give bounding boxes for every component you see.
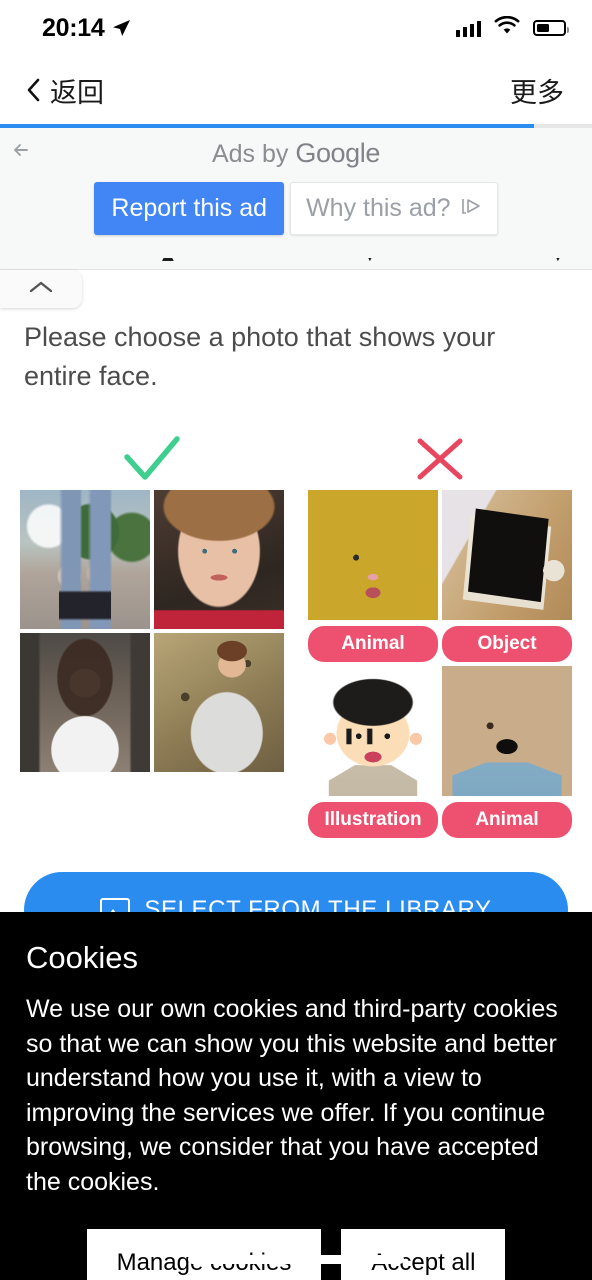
why-this-ad-button[interactable]: Why this ad? [290,182,498,235]
clipped-underlying-row: ▲▼▼ [0,258,592,270]
chevron-left-icon [26,78,40,102]
bad-example-2: Object [442,490,572,663]
adchoices-icon [460,194,482,223]
girl-with-bangs-portrait-photo[interactable] [154,490,284,630]
status-bar-right [456,15,569,40]
instruction-text: Please choose a photo that shows your en… [24,322,496,392]
navigation-bar: 返回 更多 [0,56,592,124]
bad-examples-column: Animal Object Illustration Animal [308,428,572,839]
phone-screen: 20:14 返回 更多 Ads by Google Report this ad… [0,0,592,1280]
google-wordmark: Google [295,138,381,168]
collapse-ad-button[interactable] [0,270,82,308]
bad-example-4: Animal [442,666,572,839]
cellular-signal-icon [456,20,481,37]
bad-photo-grid: Animal Object Illustration Animal [308,490,572,839]
ad-button-row: Report this ad Why this ad? [0,182,592,235]
clock-time: 20:14 [42,13,105,42]
bad-example-1: Animal [308,490,438,663]
back-label: 返回 [50,77,104,108]
badge-animal-2: Animal [442,802,572,839]
wifi-icon [494,15,520,40]
white-cat-photo[interactable] [308,490,438,621]
why-this-ad-label: Why this ad? [306,194,451,222]
ads-by-google-label: Ads by Google [0,128,592,169]
google-ad-overlay: Ads by Google Report this ad Why this ad… [0,128,592,270]
woman-with-glasses-corridor-photo[interactable] [20,633,150,773]
battery-icon [533,20,569,36]
good-examples-column [20,428,284,838]
ads-by-text: Ads by [211,140,296,168]
back-button[interactable]: 返回 [26,71,104,110]
cookie-banner-body: We use our own cookies and third-party c… [26,995,558,1196]
chevron-up-icon [27,279,55,300]
milk-and-honey-book-photo[interactable] [442,490,572,621]
cross-icon [308,428,572,490]
home-indicator [188,1255,404,1264]
more-button[interactable]: 更多 [510,71,564,110]
couple-at-fairground-photo[interactable] [20,490,150,630]
badge-illustration: Illustration [308,802,438,839]
badge-animal-1: Animal [308,626,438,663]
good-photo-grid [20,490,284,773]
bearded-man-by-rock-photo[interactable] [154,633,284,773]
status-bar: 20:14 [0,0,592,56]
checkmark-icon [20,428,284,490]
example-grids: Animal Object Illustration Animal [0,428,592,839]
cookie-banner-title: Cookies [26,940,138,975]
location-arrow-icon [111,18,131,38]
badge-object: Object [442,626,572,663]
black-pug-dog-photo[interactable] [442,666,572,797]
report-this-ad-button[interactable]: Report this ad [94,182,285,235]
bad-example-3: Illustration [308,666,438,839]
page-content: ▲▼▼ Please choose a photo that shows you… [0,258,592,839]
status-bar-left: 20:14 [42,14,131,43]
cartoon-boy-illustration[interactable] [308,666,438,797]
cookie-banner: Cookies We use our own cookies and third… [0,912,592,1280]
arrow-left-icon[interactable] [8,136,36,164]
